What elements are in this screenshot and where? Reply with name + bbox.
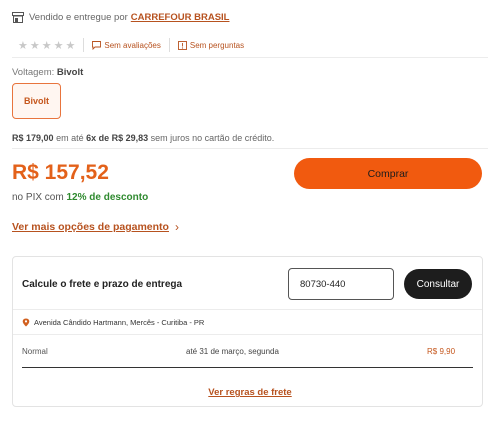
cep-input[interactable] [288,268,394,300]
installments-suffix: sem juros no cartão de crédito. [150,133,275,143]
shipping-title: Calcule o frete e prazo de entrega [22,279,183,290]
shipping-option-price: R$ 9,90 [427,347,456,356]
address-text: Avenida Cândido Hartmann, Mercês - Curit… [34,318,205,327]
questions-link[interactable]: Sem perguntas [177,40,245,50]
pix-discount-info: no PIX com 12% de desconto [12,192,148,203]
more-payment-options-link[interactable]: Ver mais opções de pagamento › [12,220,179,234]
divider [12,57,488,58]
more-payment-label: Ver mais opções de pagamento [12,221,169,233]
location-pin-icon [22,318,30,327]
shipping-option-date: até 31 de março, segunda [186,347,279,356]
seller-name-link[interactable]: CARREFOUR BRASIL [131,12,230,23]
star-icon: ★ [18,39,28,52]
voltage-label-text: Voltagem: [12,67,55,78]
divider [83,38,85,52]
pix-prefix: no PIX com [12,192,64,203]
voltage-selected: Bivolt [56,67,84,78]
star-icon: ★ [29,39,40,52]
shipping-rules-link[interactable]: Ver regras de frete [208,387,291,398]
comment-icon [92,40,102,50]
question-icon [177,40,187,50]
divider [12,148,488,149]
star-icon: ★ [41,39,52,52]
voltage-option-label: Bivolt [23,96,49,106]
installments-info: R$ 179,00 em até 6x de R$ 29,83 sem juro… [12,133,274,143]
installments-plan: 6x de R$ 29,83 [86,133,149,143]
rating-row: ★ ★ ★ ★ ★ Sem avaliações Sem perguntas [18,38,244,52]
pix-price: R$ 157,52 [12,161,109,184]
voltage-option-bivolt[interactable]: Bivolt [12,83,61,119]
pix-discount: 12% de desconto [66,192,149,203]
star-icon: ★ [53,39,64,52]
divider [168,38,170,52]
chevron-right-icon: › [174,220,179,234]
divider [22,367,473,368]
installments-mid: em até [56,133,84,143]
buy-button[interactable]: Comprar [294,158,482,189]
shipping-rules-container: Ver regras de frete [0,387,500,398]
consult-button[interactable]: Consultar [404,269,472,299]
reviews-link[interactable]: Sem avaliações [92,40,161,50]
seller-info: Vendido e entregue por CARREFOUR BRASIL [12,12,229,23]
questions-label: Sem perguntas [189,40,245,50]
divider [13,334,482,335]
store-icon [12,12,24,23]
full-price: R$ 179,00 [12,133,54,143]
divider [13,309,482,310]
voltage-label: Voltagem: Bivolt [12,67,83,78]
seller-prefix: Vendido e entregue por [29,12,128,23]
reviews-label: Sem avaliações [104,40,161,50]
delivery-address: Avenida Cândido Hartmann, Mercês - Curit… [22,318,204,327]
star-icon: ★ [65,39,76,52]
star-rating: ★ ★ ★ ★ ★ [18,39,75,52]
shipping-option-type: Normal [22,347,48,356]
